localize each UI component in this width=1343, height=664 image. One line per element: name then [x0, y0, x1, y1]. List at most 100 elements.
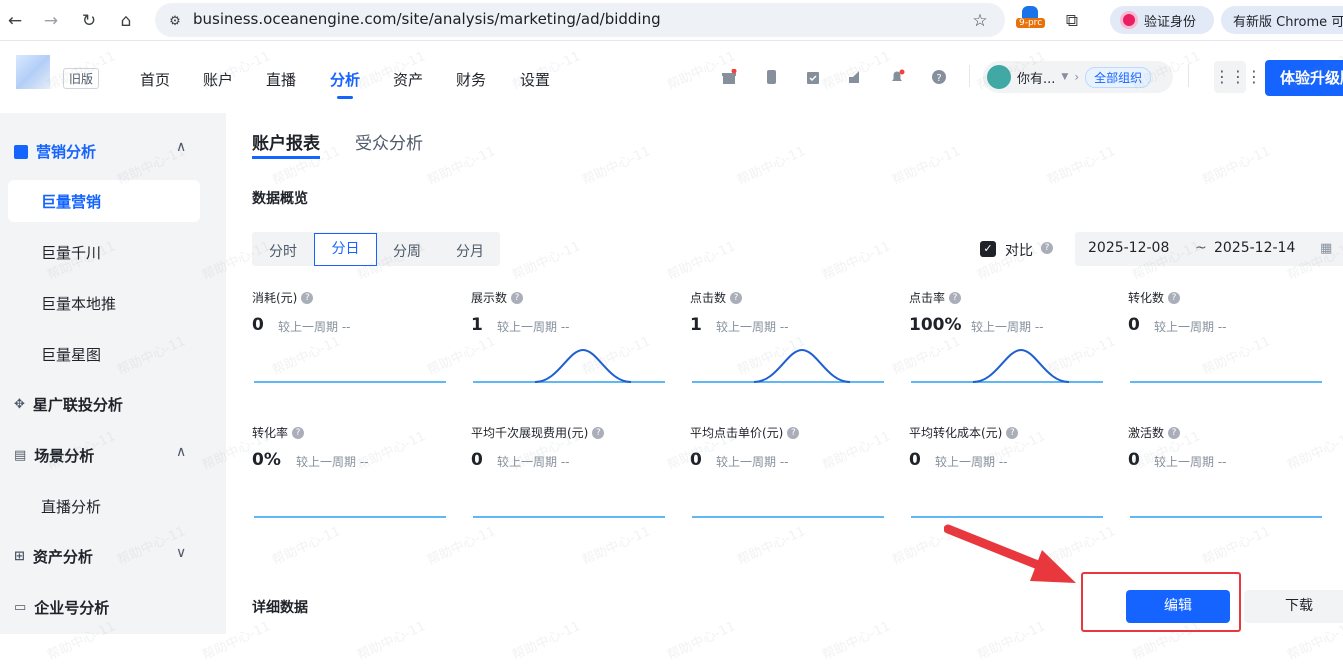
menu-home[interactable]: 首页	[140, 69, 170, 90]
sparkline	[254, 516, 446, 518]
metric-label: 点击率?	[909, 289, 1129, 306]
menu-assets[interactable]: 资产	[393, 69, 423, 90]
granularity-hour[interactable]: 分时	[269, 241, 297, 261]
browser-toolbar: ← → ↻ ⌂ ⚙ business.oceanengine.com/site/…	[0, 0, 1343, 41]
sidebar-item-xingtu[interactable]: 巨量星图	[41, 344, 101, 365]
sparkline-series	[972, 348, 1070, 383]
metric-compare: 较上一周期 --	[278, 320, 351, 334]
apps-grid-icon[interactable]: ⋮⋮⋮	[1214, 61, 1262, 93]
compare-checkbox[interactable]: ✓	[980, 241, 996, 257]
url-text[interactable]: business.oceanengine.com/site/analysis/m…	[193, 10, 661, 28]
sidebar-item-qianchuan[interactable]: 巨量千川	[41, 242, 101, 263]
sidebar-item-star[interactable]: ✥ 星广联投分析	[14, 394, 123, 415]
help-icon[interactable]: ?	[301, 291, 314, 304]
extensions-icon[interactable]: ⧉	[1059, 8, 1085, 34]
logo	[16, 55, 50, 89]
metric-compare: 较上一周期 --	[971, 320, 1044, 334]
download-button[interactable]: 下载	[1244, 590, 1343, 623]
help-icon[interactable]: ?	[1041, 242, 1053, 254]
overview-title: 数据概览	[252, 191, 308, 207]
menu-account[interactable]: 账户	[203, 69, 233, 90]
metric-compare: 较上一周期 --	[497, 455, 570, 469]
reload-icon[interactable]: ↻	[76, 8, 102, 34]
sidebar-item-marketing[interactable]: 营销分析	[14, 141, 96, 162]
sidebar-item-scene[interactable]: ▤ 场景分析	[14, 445, 94, 466]
user-name: 你有...	[1017, 71, 1056, 87]
help-icon[interactable]: ?	[511, 291, 524, 304]
sparkline-series	[753, 348, 851, 383]
menu-settings[interactable]: 设置	[520, 69, 550, 90]
granularity-week[interactable]: 分周	[393, 241, 421, 261]
tab-account-report[interactable]: 账户报表	[252, 129, 320, 154]
phone-icon[interactable]	[763, 69, 779, 85]
upgrade-button[interactable]: 体验升级版	[1265, 60, 1343, 96]
edit-button[interactable]: 编辑	[1126, 590, 1230, 623]
date-start[interactable]: 2025-12-08	[1088, 240, 1169, 256]
granularity-month[interactable]: 分月	[456, 241, 484, 261]
avatar	[987, 65, 1011, 89]
bell-icon[interactable]	[889, 69, 905, 85]
help-icon[interactable]: ?	[949, 291, 962, 304]
sidebar-item-enterprise[interactable]: ▭ 企业号分析	[14, 597, 109, 618]
sparkline	[1130, 381, 1322, 383]
metric-value: 1	[471, 315, 483, 335]
divider	[969, 65, 970, 87]
chevron-down-icon[interactable]: ∨	[176, 545, 186, 561]
chevron-up-icon[interactable]: ∧	[176, 444, 186, 460]
org-switcher[interactable]: 你有... ▼ › 全部组织	[983, 61, 1173, 93]
menu-analysis[interactable]: 分析	[330, 69, 360, 90]
compare-label: 对比	[1005, 243, 1033, 259]
home-icon[interactable]: ⌂	[113, 8, 139, 34]
extension-icon[interactable]	[1022, 6, 1038, 18]
sidebar-item-live-analysis[interactable]: 直播分析	[41, 496, 101, 517]
active-indicator	[337, 96, 353, 99]
annotation-arrow	[944, 524, 1076, 583]
help-icon[interactable]: ?	[1168, 426, 1181, 439]
sidebar-item-local[interactable]: 巨量本地推	[41, 293, 116, 314]
update-chrome-button[interactable]: 有新版 Chrome 可	[1221, 6, 1343, 34]
metric-compare: 较上一周期 --	[1154, 320, 1227, 334]
star-icon[interactable]: ☆	[967, 8, 993, 34]
metric-card: 平均点击单价(元)? 0 较上一周期 --	[690, 424, 910, 536]
menu-finance[interactable]: 财务	[456, 69, 486, 90]
metric-value: 0	[1128, 450, 1140, 470]
metric-card: 点击数? 1 较上一周期 --	[690, 289, 910, 401]
help-icon[interactable]: ?	[592, 426, 605, 439]
forward-icon[interactable]: →	[38, 8, 64, 34]
share-icon[interactable]	[847, 69, 863, 85]
sparkline	[692, 348, 884, 383]
svg-text:?: ?	[936, 73, 941, 84]
granularity-day[interactable]: 分日	[314, 233, 377, 266]
help-icon[interactable]: ?	[787, 426, 800, 439]
metric-label: 平均点击单价(元)?	[690, 424, 910, 441]
sparkline	[1130, 516, 1322, 518]
help-icon[interactable]: ?	[931, 69, 947, 85]
profile-icon	[1120, 11, 1138, 29]
metric-card: 激活数? 0 较上一周期 --	[1128, 424, 1343, 536]
sidebar-item-juliang-marketing[interactable]: 巨量营销	[41, 191, 101, 212]
extension-badge[interactable]: 9-prc	[1016, 18, 1046, 28]
gift-icon[interactable]	[721, 68, 737, 85]
calendar-icon[interactable]: ▦	[1320, 241, 1332, 256]
clipboard-icon[interactable]	[805, 69, 821, 85]
sidebar: 营销分析 ∧ 巨量营销 巨量千川 巨量本地推 巨量星图 ✥ 星广联投分析 ▤ 场…	[0, 113, 226, 634]
metric-label: 平均千次展现费用(元)?	[471, 424, 691, 441]
help-icon[interactable]: ?	[730, 291, 743, 304]
old-version-button[interactable]: 旧版	[63, 68, 100, 89]
chevron-up-icon[interactable]: ∧	[176, 139, 186, 155]
caret-down-icon: ▼	[1061, 72, 1069, 82]
verify-identity-button[interactable]: 验证身份	[1110, 6, 1214, 34]
sparkline	[473, 516, 665, 518]
date-end[interactable]: 2025-12-14	[1214, 240, 1295, 256]
help-icon[interactable]: ?	[1006, 426, 1019, 439]
metric-compare: 较上一周期 --	[716, 455, 789, 469]
back-icon[interactable]: ←	[2, 8, 28, 34]
help-icon[interactable]: ?	[1168, 291, 1181, 304]
help-icon[interactable]: ?	[292, 426, 305, 439]
site-info-icon[interactable]: ⚙	[162, 8, 188, 34]
date-separator: ~	[1195, 240, 1207, 256]
sparkline	[254, 381, 446, 383]
tab-audience[interactable]: 受众分析	[355, 129, 423, 154]
sidebar-item-assets[interactable]: ⊞ 资产分析	[14, 546, 93, 567]
menu-live[interactable]: 直播	[266, 69, 296, 90]
